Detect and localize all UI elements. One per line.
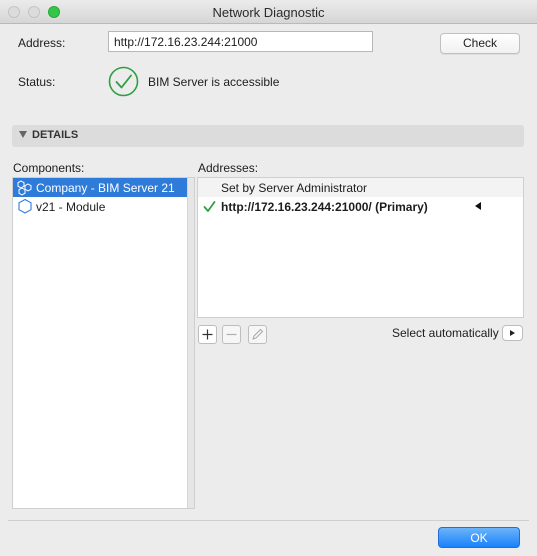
server-cluster-icon <box>17 180 32 196</box>
addresses-label: Addresses: <box>198 161 259 175</box>
addresses-list[interactable]: Set by Server Administrator http://172.1… <box>197 177 524 318</box>
edit-address-button[interactable] <box>248 325 267 344</box>
hexagon-module-icon <box>18 198 32 214</box>
components-scrollbar[interactable] <box>187 178 194 508</box>
minus-icon <box>226 333 237 336</box>
components-label: Components: <box>13 161 85 175</box>
select-automatically-button[interactable] <box>502 325 523 341</box>
chevron-right-icon <box>510 330 515 336</box>
ok-button[interactable]: OK <box>438 527 520 548</box>
address-row[interactable]: http://172.16.23.244:21000/ (Primary) <box>198 197 523 216</box>
checkmark-icon <box>203 201 216 212</box>
components-list[interactable]: Company - BIM Server 21 v21 - Module <box>12 177 195 509</box>
checkmark-circle-icon <box>108 66 139 97</box>
component-item-module[interactable]: v21 - Module <box>13 197 189 216</box>
component-item-label: Company - BIM Server 21 <box>36 181 175 195</box>
address-row-text: http://172.16.23.244:21000/ (Primary) <box>221 200 428 214</box>
component-item-bim-server[interactable]: Company - BIM Server 21 <box>13 178 189 197</box>
plus-icon <box>202 329 213 340</box>
check-button[interactable]: Check <box>440 33 520 54</box>
details-label: DETAILS <box>32 129 79 141</box>
component-item-label: v21 - Module <box>36 200 106 214</box>
status-text: BIM Server is accessible <box>148 75 280 89</box>
addresses-header-text: Set by Server Administrator <box>221 181 368 195</box>
status-label: Status: <box>18 75 56 89</box>
footer-divider <box>8 520 529 521</box>
left-triangle-icon <box>475 202 481 210</box>
disclosure-triangle-icon <box>19 131 27 138</box>
add-address-button[interactable] <box>198 325 217 344</box>
details-disclosure[interactable]: DETAILS <box>12 125 524 147</box>
addresses-group-header: Set by Server Administrator <box>198 178 523 197</box>
select-automatically-label: Select automatically <box>392 326 499 340</box>
title-bar: Network Diagnostic <box>0 0 537 24</box>
address-label: Address: <box>18 36 66 50</box>
address-input[interactable] <box>108 31 373 52</box>
pencil-icon <box>252 328 264 340</box>
window-title: Network Diagnostic <box>212 5 325 20</box>
remove-address-button[interactable] <box>222 325 241 344</box>
